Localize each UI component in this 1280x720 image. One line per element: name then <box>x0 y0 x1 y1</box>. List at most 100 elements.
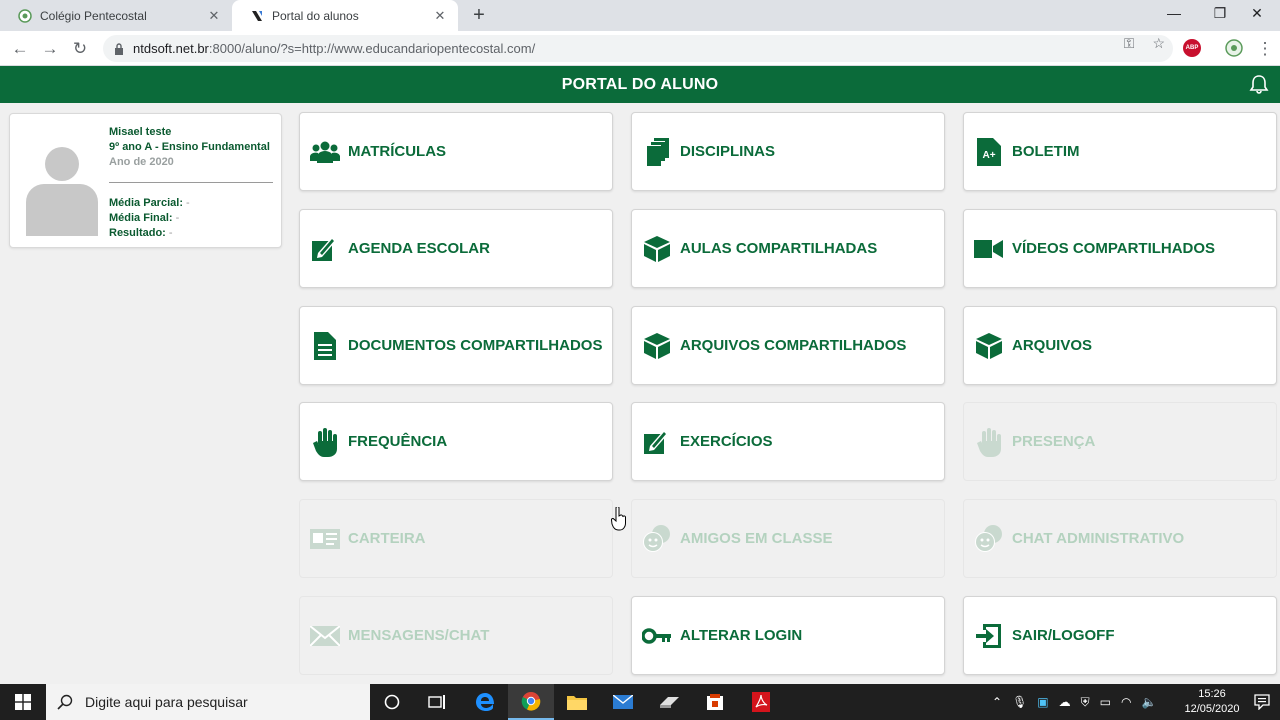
microphone-icon[interactable]: 🎙 <box>1012 695 1027 709</box>
clock-date: 12/05/2020 <box>1184 703 1240 715</box>
tile-label: CHAT ADMINISTRATIVO <box>1012 530 1185 547</box>
network-app-icon[interactable]: ▣ <box>1037 695 1048 709</box>
tab-portal-do-alunos[interactable]: Portal do alunos ✕ <box>232 0 458 31</box>
pdf-reader-taskbar-button[interactable] <box>738 684 784 720</box>
volume-icon[interactable]: 🔈 <box>1141 695 1156 709</box>
tile-sair-logoff[interactable]: SAIR/LOGOFF <box>963 596 1277 675</box>
chat-face-icon <box>975 524 1002 552</box>
grade-file-icon: A+ <box>977 137 1001 166</box>
url-path: :8000/aluno/?s=http://www.educandariopen… <box>208 41 536 56</box>
task-view-button[interactable] <box>414 684 460 720</box>
office-taskbar-button[interactable] <box>692 684 738 720</box>
browser-toolbar: ← → ↻ ntdsoft.net.br:8000/aluno/?s=http:… <box>0 31 1280 66</box>
tab-title: Colégio Pentecostal <box>40 8 147 23</box>
tile-disciplinas[interactable]: DISCIPLINAS <box>631 112 945 191</box>
address-bar[interactable]: ntdsoft.net.br:8000/aluno/?s=http://www.… <box>103 35 1173 62</box>
eraser-icon <box>660 697 679 708</box>
close-icon[interactable]: ✕ <box>206 8 222 24</box>
url-host: ntdsoft.net.br <box>133 41 209 56</box>
security-shield-icon[interactable]: ⛨ <box>1081 695 1090 710</box>
tile-frequencia[interactable]: FREQUÊNCIA <box>299 402 613 481</box>
tile-label: FREQUÊNCIA <box>348 433 448 450</box>
folder-icon <box>567 696 587 710</box>
tile-matriculas[interactable]: MATRÍCULAS <box>299 112 613 191</box>
tile-label: ALTERAR LOGIN <box>680 627 803 644</box>
app-taskbar-button[interactable] <box>646 684 692 720</box>
back-icon[interactable]: ← <box>8 37 32 61</box>
app-header: PORTAL DO ALUNO <box>0 66 1280 103</box>
student-class: 9º ano A - Ensino Fundamental <box>109 141 270 153</box>
chrome-icon <box>521 692 541 711</box>
office-icon <box>707 694 723 710</box>
video-camera-icon <box>974 239 1003 258</box>
tile-agenda-escolar[interactable]: AGENDA ESCOLAR <box>299 209 613 288</box>
avatar-icon <box>26 147 98 236</box>
tile-arquivos-compartilhados[interactable]: ARQUIVOS COMPARTILHADOS <box>631 306 945 385</box>
tile-arquivos[interactable]: ARQUIVOS <box>963 306 1277 385</box>
notification-center-icon[interactable] <box>1254 694 1270 710</box>
tile-aulas-compartilhadas[interactable]: AULAS COMPARTILHADAS <box>631 209 945 288</box>
close-window-button[interactable]: ✕ <box>1234 0 1280 28</box>
pdf-icon <box>752 692 770 712</box>
tile-label: MATRÍCULAS <box>348 143 447 160</box>
tile-boletim[interactable]: A+ BOLETIM <box>963 112 1277 191</box>
reload-icon[interactable]: ↻ <box>68 37 92 61</box>
battery-icon[interactable]: ▭ <box>1100 695 1111 709</box>
chevron-up-icon[interactable]: ⌃ <box>992 695 1002 709</box>
bell-icon[interactable] <box>1248 73 1270 95</box>
menu-icon[interactable]: ⋮ <box>1253 37 1277 61</box>
star-icon[interactable]: ☆ <box>1152 35 1165 52</box>
new-tab-button[interactable]: + <box>468 4 490 26</box>
tile-label: DISCIPLINAS <box>680 143 776 160</box>
logout-icon <box>976 623 1001 648</box>
tile-label: PRESENÇA <box>1012 433 1096 450</box>
forward-icon[interactable]: → <box>38 37 62 61</box>
tab-colegio-pentecostal[interactable]: Colégio Pentecostal ✕ <box>0 0 232 31</box>
cube-icon <box>644 235 670 262</box>
wifi-icon[interactable]: ◠ <box>1121 695 1131 709</box>
tile-documentos-compartilhados[interactable]: DOCUMENTOS COMPARTILHADOS <box>299 306 613 385</box>
chrome-taskbar-button[interactable] <box>508 684 554 720</box>
minimize-button[interactable]: — <box>1151 0 1197 28</box>
document-icon <box>314 331 336 360</box>
edge-icon <box>476 693 494 711</box>
windows-start-button[interactable] <box>0 684 46 720</box>
tile-label: AULAS COMPARTILHADAS <box>680 240 878 257</box>
result-value: - <box>165 227 173 239</box>
close-icon[interactable]: ✕ <box>432 8 448 24</box>
cloud-icon[interactable]: ☁ <box>1059 695 1071 709</box>
taskbar-clock[interactable]: 15:26 12/05/2020 <box>1182 687 1242 717</box>
cube-icon <box>976 332 1002 359</box>
tile-label: ARQUIVOS <box>1012 337 1093 354</box>
cortana-circle-icon <box>384 694 400 710</box>
student-name: Misael teste <box>109 126 172 138</box>
edit-pencil-icon <box>312 236 336 261</box>
profile-extension-icon[interactable] <box>1225 39 1243 57</box>
users-group-icon <box>310 141 340 163</box>
tile-exercicios[interactable]: EXERCÍCIOS <box>631 402 945 481</box>
tile-label: ARQUIVOS COMPARTILHADOS <box>680 337 907 354</box>
mail-icon <box>613 695 633 709</box>
partial-average-value: - <box>182 197 190 209</box>
page-title: PORTAL DO ALUNO <box>561 75 719 93</box>
windows-taskbar: Digite aqui para pesquisar ⌃ 🎙 ▣ ☁ ⛨ ▭ ◠… <box>0 684 1280 720</box>
hand-pointer-cursor-icon <box>611 507 626 531</box>
windows-logo-icon <box>15 694 31 710</box>
tile-presenca: PRESENÇA <box>963 402 1277 481</box>
system-tray: ⌃ 🎙 ▣ ☁ ⛨ ▭ ◠ 🔈 <box>992 684 1156 720</box>
edge-taskbar-button[interactable] <box>462 684 508 720</box>
tile-label: DOCUMENTOS COMPARTILHADOS <box>348 337 603 354</box>
tile-label: EXERCÍCIOS <box>680 433 773 450</box>
chat-face-icon <box>643 524 670 552</box>
clock-time: 15:26 <box>1198 688 1226 700</box>
mail-taskbar-button[interactable] <box>600 684 646 720</box>
tile-videos-compartilhados[interactable]: VÍDEOS COMPARTILHADOS <box>963 209 1277 288</box>
file-explorer-taskbar-button[interactable] <box>554 684 600 720</box>
taskbar-search-box[interactable]: Digite aqui para pesquisar <box>46 684 370 720</box>
tile-alterar-login[interactable]: ALTERAR LOGIN <box>631 596 945 675</box>
key-icon[interactable]: ⚿ <box>1124 35 1135 52</box>
school-favicon-icon <box>18 8 32 23</box>
cortana-button[interactable] <box>369 684 415 720</box>
id-card-icon <box>310 528 340 549</box>
adblock-extension-icon[interactable]: ABP <box>1183 39 1201 57</box>
